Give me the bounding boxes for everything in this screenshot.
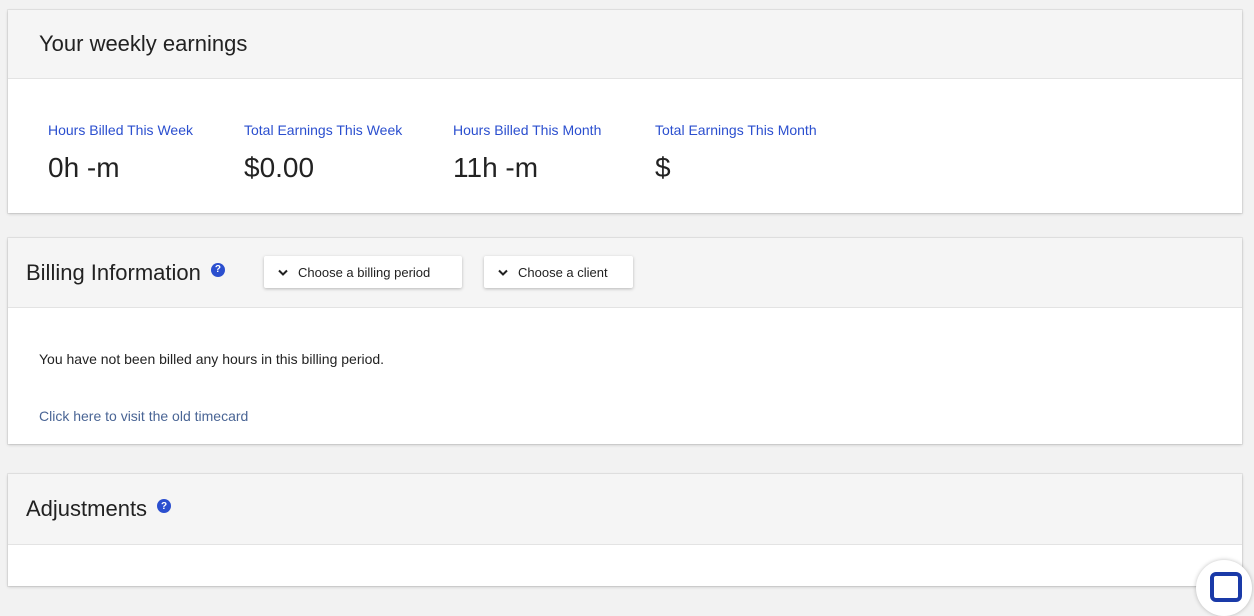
adjustments-card: Adjustments?	[8, 474, 1242, 586]
client-dropdown[interactable]: Choose a client	[484, 256, 633, 288]
question-circle-icon[interactable]: ?	[157, 499, 172, 513]
billing-information-title: Billing Information?	[26, 260, 225, 286]
adjustments-title-text: Adjustments	[26, 496, 148, 521]
stat-hours-week: Hours Billed This Week 0h -m	[48, 122, 193, 184]
billing-period-label: Choose a billing period	[298, 264, 431, 280]
stat-value: $	[655, 152, 671, 183]
stat-value: $0.00	[244, 152, 315, 183]
old-timecard-link[interactable]: Click here to visit the old timecard	[39, 408, 248, 424]
weekly-earnings-title: Your weekly earnings	[39, 31, 248, 56]
stat-earnings-month: Total Earnings This Month $	[655, 122, 817, 184]
adjustments-title: Adjustments?	[26, 496, 172, 522]
billing-information-card: Billing Information? Choose a billing pe…	[8, 238, 1242, 444]
no-billing-message: You have not been billed any hours in th…	[39, 351, 385, 367]
billing-period-dropdown[interactable]: Choose a billing period	[264, 256, 462, 288]
stat-value: 11h -m	[453, 152, 539, 183]
chevron-down-icon	[276, 265, 290, 279]
billing-information-header: Billing Information? Choose a billing pe…	[8, 238, 1242, 308]
stat-label: Total Earnings This Week	[244, 122, 403, 138]
stat-hours-month: Hours Billed This Month 11h -m	[453, 122, 601, 184]
adjustments-header: Adjustments?	[8, 474, 1242, 545]
chevron-down-icon	[496, 265, 510, 279]
weekly-earnings-header: Your weekly earnings	[8, 10, 1242, 79]
question-circle-icon[interactable]: ?	[210, 262, 225, 277]
chat-widget-button[interactable]	[1196, 560, 1252, 616]
weekly-earnings-card: Your weekly earnings Hours Billed This W…	[8, 10, 1242, 213]
billing-title-text: Billing Information	[26, 259, 201, 285]
stat-earnings-week: Total Earnings This Week $0.00	[244, 122, 402, 184]
stat-label: Hours Billed This Month	[453, 122, 602, 138]
chat-icon	[1210, 572, 1242, 602]
client-label: Choose a client	[518, 264, 608, 280]
stat-label: Hours Billed This Week	[48, 122, 193, 138]
stat-label: Total Earnings This Month	[655, 122, 817, 138]
stat-value: 0h -m	[48, 152, 120, 183]
